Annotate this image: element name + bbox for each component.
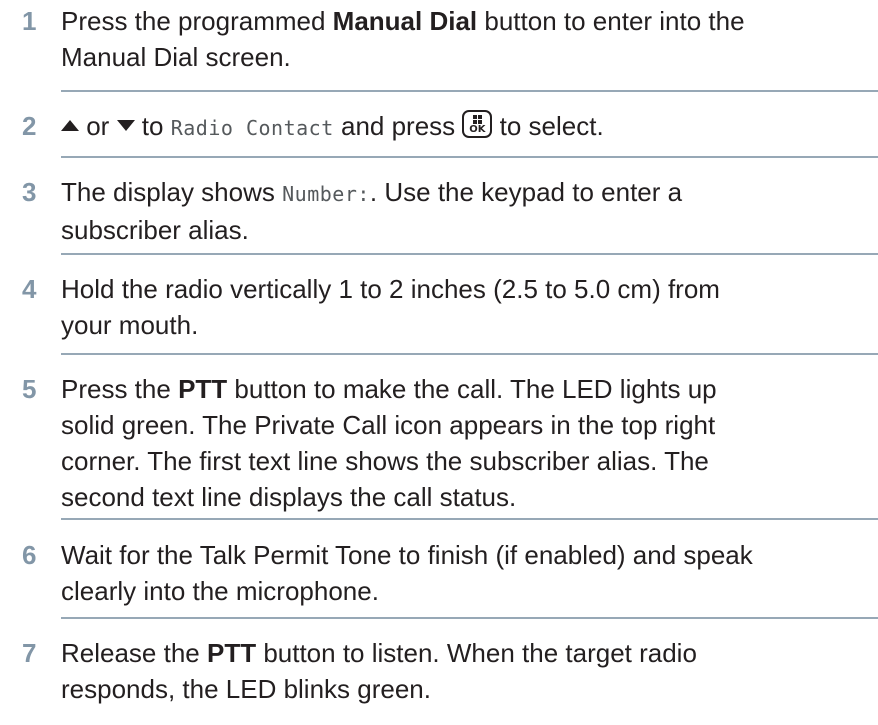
text-run: to select. bbox=[492, 111, 604, 141]
text-run: Wait for the Talk Permit Tone to finish … bbox=[61, 540, 753, 570]
step-number: 7 bbox=[22, 638, 37, 668]
text-line: clearly into the microphone. bbox=[61, 573, 876, 609]
step-text: or to Radio Contact and press OK to sele… bbox=[61, 108, 876, 146]
step-divider bbox=[61, 253, 878, 255]
text-run: Manual Dial screen. bbox=[61, 42, 291, 72]
step-text: Press the PTT button to make the call. T… bbox=[61, 371, 876, 515]
step-divider bbox=[61, 518, 878, 520]
text-line: Press the programmed Manual Dial button … bbox=[61, 3, 876, 39]
button-name: PTT bbox=[206, 638, 257, 668]
text-line: The display shows Number:. Use the keypa… bbox=[61, 174, 876, 212]
text-line: Release the PTT button to listen. When t… bbox=[61, 635, 876, 671]
text-line: responds, the LED blinks green. bbox=[61, 671, 876, 707]
menu-grid-icon bbox=[473, 115, 483, 124]
text-run: Release the bbox=[61, 638, 207, 668]
text-run: The display shows bbox=[61, 177, 283, 207]
step-text: Hold the radio vertically 1 to 2 inches … bbox=[61, 271, 876, 343]
text-run: corner. The first text line shows the su… bbox=[61, 446, 709, 476]
step-divider bbox=[61, 156, 878, 158]
ok-label: OK bbox=[469, 124, 486, 135]
up-arrow-icon bbox=[61, 120, 79, 131]
text-line: second text line displays the call statu… bbox=[61, 479, 876, 515]
display-text: Number: bbox=[282, 182, 370, 206]
step-divider bbox=[61, 617, 878, 619]
step-number: 5 bbox=[22, 374, 37, 404]
text-run: . Use the keypad to enter a bbox=[369, 177, 683, 207]
text-run: and press bbox=[333, 111, 463, 141]
text-run: your mouth. bbox=[61, 310, 199, 340]
step-divider bbox=[61, 353, 878, 355]
text-line: solid green. The Private Call icon appea… bbox=[61, 407, 876, 443]
text-line: Press the PTT button to make the call. T… bbox=[61, 371, 876, 407]
step-number: 1 bbox=[22, 6, 37, 36]
text-line: or to Radio Contact and press OK to sele… bbox=[61, 108, 876, 146]
step-number: 3 bbox=[22, 177, 37, 207]
text-line: Hold the radio vertically 1 to 2 inches … bbox=[61, 271, 876, 307]
menu-ok-button-icon: OK bbox=[462, 110, 493, 138]
text-line: Wait for the Talk Permit Tone to finish … bbox=[61, 537, 876, 573]
text-run: subscriber alias. bbox=[61, 215, 249, 245]
text-run: solid green. The Private Call icon appea… bbox=[61, 410, 716, 440]
text-run: clearly into the microphone. bbox=[61, 576, 379, 606]
display-text: Radio Contact bbox=[170, 116, 334, 140]
text-line: Manual Dial screen. bbox=[61, 39, 876, 75]
text-run: or bbox=[79, 111, 117, 141]
text-run: second text line displays the call statu… bbox=[61, 482, 517, 512]
text-line: your mouth. bbox=[61, 307, 876, 343]
text-run: Press the bbox=[61, 374, 179, 404]
step-number: 6 bbox=[22, 540, 37, 570]
text-run: button to listen. When the target radio bbox=[256, 638, 697, 668]
text-run: Hold the radio vertically 1 to 2 inches … bbox=[61, 274, 720, 304]
text-run: responds, the LED blinks green. bbox=[61, 674, 431, 704]
text-run: button to enter into the bbox=[477, 6, 745, 36]
text-line: subscriber alias. bbox=[61, 212, 876, 248]
text-run: button to make the call. The LED lights … bbox=[227, 374, 717, 404]
button-name: PTT bbox=[178, 374, 228, 404]
step-text: Press the programmed Manual Dial button … bbox=[61, 3, 876, 75]
step-text: Release the PTT button to listen. When t… bbox=[61, 635, 876, 707]
step-number: 4 bbox=[22, 274, 37, 304]
text-run: to bbox=[134, 111, 171, 141]
button-name: Manual Dial bbox=[332, 6, 478, 36]
step-divider bbox=[61, 90, 878, 92]
down-arrow-icon bbox=[116, 120, 135, 131]
text-run: Press the programmed bbox=[61, 6, 333, 36]
step-number: 2 bbox=[22, 111, 37, 141]
step-text: The display shows Number:. Use the keypa… bbox=[61, 174, 876, 248]
text-line: corner. The first text line shows the su… bbox=[61, 443, 876, 479]
step-text: Wait for the Talk Permit Tone to finish … bbox=[61, 537, 876, 609]
